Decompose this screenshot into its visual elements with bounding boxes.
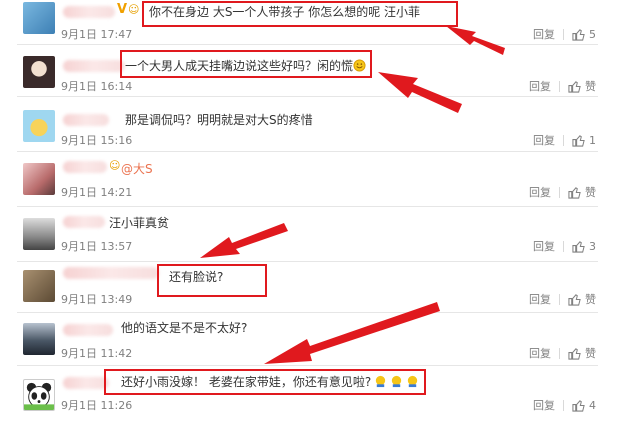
- avatar[interactable]: [23, 323, 55, 355]
- like-count: 1: [589, 133, 596, 147]
- like-button[interactable]: 1: [572, 134, 596, 147]
- like-button[interactable]: 赞: [568, 345, 596, 361]
- thumbs-up-icon: [572, 134, 585, 147]
- thumbs-up-icon: [572, 28, 585, 41]
- comment-text: 他的语文是不是不太好?: [121, 321, 248, 335]
- comment-row: 那是调侃吗？明明就是对大S的疼惜 9月1日 15:16 回复 1: [17, 96, 598, 152]
- username-blurred[interactable]: [63, 6, 115, 18]
- divider: [563, 399, 564, 411]
- comment-row: 他的语文是不是不太好? 9月1日 11:42 回复 赞: [17, 312, 598, 366]
- divider: [563, 28, 564, 40]
- like-button[interactable]: 3: [572, 240, 596, 253]
- avatar[interactable]: [23, 56, 55, 88]
- comment-time: 9月1日 13:57: [61, 240, 133, 253]
- highlight-box: [157, 264, 267, 297]
- thumbs-up-icon: [568, 80, 581, 93]
- like-count: 赞: [585, 186, 596, 199]
- comment-row: 汪小菲真贫 9月1日 13:57 回复 3: [17, 206, 598, 262]
- emoji-icon: ☺: [128, 3, 140, 16]
- divider: [559, 293, 560, 305]
- reply-button[interactable]: 回复: [533, 26, 555, 42]
- thumbs-up-icon: [568, 186, 581, 199]
- comment-time: 9月1日 15:16: [61, 134, 133, 147]
- comment-row: ☺ @大S 9月1日 14:21 回复 赞: [17, 151, 598, 207]
- comment-time: 9月1日 16:14: [61, 80, 133, 93]
- username-blurred[interactable]: [63, 267, 159, 279]
- reply-button[interactable]: 回复: [529, 345, 551, 361]
- divider: [559, 347, 560, 359]
- avatar[interactable]: [23, 218, 55, 250]
- username-blurred[interactable]: [63, 377, 109, 389]
- divider: [563, 134, 564, 146]
- mention-link[interactable]: @大S: [121, 161, 153, 177]
- username-blurred[interactable]: [63, 60, 125, 72]
- divider: [563, 240, 564, 252]
- highlight-box: [142, 1, 458, 27]
- reply-button[interactable]: 回复: [529, 78, 551, 94]
- avatar[interactable]: [23, 2, 55, 34]
- like-button[interactable]: 4: [572, 399, 596, 412]
- avatar[interactable]: [23, 379, 55, 411]
- comment-text: 那是调侃吗？明明就是对大S的疼惜: [125, 113, 313, 127]
- avatar[interactable]: [23, 163, 55, 195]
- thumbs-up-icon: [568, 293, 581, 306]
- like-count: 5: [589, 27, 596, 41]
- thumbs-up-icon: [572, 240, 585, 253]
- comment-actions: 回复 5: [533, 26, 596, 42]
- username-blurred[interactable]: [63, 161, 107, 173]
- like-button[interactable]: 赞: [568, 291, 596, 307]
- username-blurred[interactable]: [63, 324, 113, 336]
- reply-button[interactable]: 回复: [533, 238, 555, 254]
- like-count: 4: [589, 398, 596, 412]
- like-button[interactable]: 赞: [568, 184, 596, 200]
- like-count: 3: [589, 239, 596, 253]
- comment-time: 9月1日 13:49: [61, 293, 133, 306]
- avatar[interactable]: [23, 110, 55, 142]
- reply-button[interactable]: 回复: [533, 132, 555, 148]
- like-button[interactable]: 赞: [568, 78, 596, 94]
- like-count: 赞: [585, 293, 596, 306]
- username-blurred[interactable]: [63, 114, 109, 126]
- verified-badge-icon: V: [117, 2, 128, 17]
- divider: [559, 186, 560, 198]
- comment-actions: 回复 3: [533, 238, 596, 254]
- reply-button[interactable]: 回复: [529, 291, 551, 307]
- avatar[interactable]: [23, 270, 55, 302]
- highlight-box: [104, 369, 426, 395]
- panda-avatar-icon: [24, 382, 54, 410]
- comment-actions: 回复 赞: [529, 184, 596, 200]
- thumbs-up-icon: [572, 399, 585, 412]
- comment-time: 9月1日 11:42: [61, 347, 133, 360]
- reply-button[interactable]: 回复: [529, 184, 551, 200]
- comment-actions: 回复 赞: [529, 291, 596, 307]
- like-count: 赞: [585, 80, 596, 93]
- like-count: 赞: [585, 347, 596, 360]
- highlight-box: [120, 50, 372, 78]
- comment-time: 9月1日 14:21: [61, 186, 133, 199]
- comment-text: 汪小菲真贫: [109, 216, 170, 230]
- thumbs-up-icon: [568, 347, 581, 360]
- comment-time: 9月1日 17:47: [61, 28, 133, 41]
- divider: [559, 80, 560, 92]
- comment-actions: 回复 1: [533, 132, 596, 148]
- comment-actions: 回复 赞: [529, 345, 596, 361]
- like-button[interactable]: 5: [572, 28, 596, 41]
- username-blurred[interactable]: [63, 216, 105, 228]
- comment-actions: 回复 赞: [529, 78, 596, 94]
- comment-actions: 回复 4: [533, 397, 596, 413]
- comment-row: 还有脸说? 9月1日 13:49 回复 赞: [17, 261, 598, 313]
- comment-time: 9月1日 11:26: [61, 399, 133, 412]
- reply-button[interactable]: 回复: [533, 397, 555, 413]
- emoji-icon: ☺: [109, 159, 121, 172]
